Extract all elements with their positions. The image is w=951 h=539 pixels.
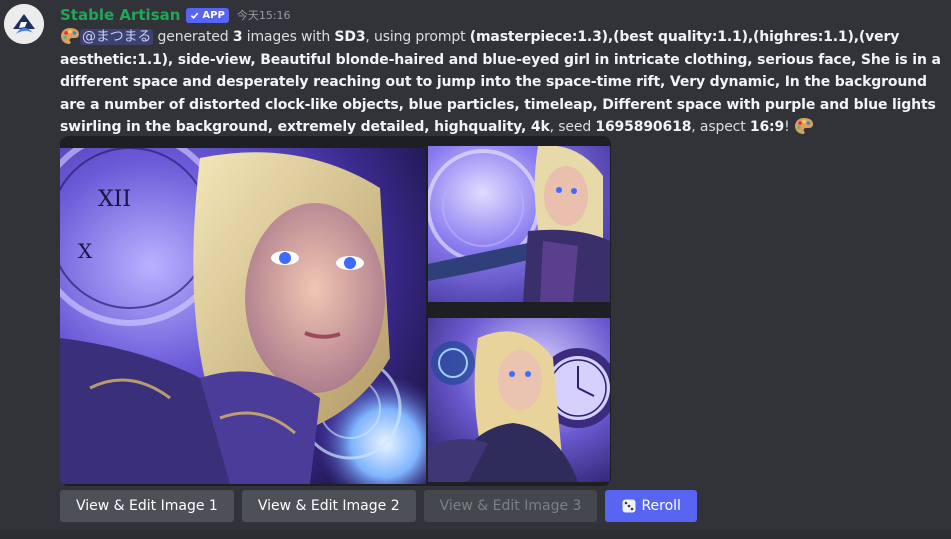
- check-icon: [191, 12, 199, 19]
- bot-avatar[interactable]: [4, 4, 44, 44]
- svg-text:XII: XII: [98, 187, 131, 212]
- palette-icon: [61, 28, 79, 44]
- text-end: !: [784, 119, 790, 135]
- action-buttons: View & Edit Image 1 View & Edit Image 2 …: [60, 490, 697, 522]
- svg-text:X: X: [78, 239, 93, 263]
- aspect-value: 16:9: [749, 119, 785, 135]
- divider: [0, 530, 951, 539]
- text-seed: , seed: [549, 119, 596, 135]
- text-generated: generated: [153, 29, 233, 45]
- image-gallery: XII X: [60, 136, 611, 486]
- reroll-label: Reroll: [641, 498, 681, 514]
- dice-icon: [622, 499, 636, 513]
- message-header: Stable Artisan APP 今天15:16: [60, 4, 291, 26]
- text-images-with: images with: [242, 29, 335, 45]
- avatar-logo: [4, 4, 44, 44]
- palette-icon: [794, 118, 813, 134]
- image-count: 3: [232, 29, 243, 45]
- generated-image-2[interactable]: [428, 146, 610, 302]
- app-badge-label: APP: [202, 9, 225, 21]
- view-edit-image-3-button: View & Edit Image 3: [423, 490, 598, 522]
- text-using-prompt: , using prompt: [365, 29, 470, 45]
- view-edit-image-2-button[interactable]: View & Edit Image 2: [241, 490, 416, 522]
- message-content: @まつまる generated 3 images with SD3, using…: [60, 26, 945, 139]
- model-name: SD3: [334, 29, 366, 45]
- seed-value: 1695890618: [595, 119, 692, 135]
- text-aspect: , aspect: [691, 119, 750, 135]
- timestamp[interactable]: 今天15:16: [237, 7, 291, 23]
- reroll-button[interactable]: Reroll: [605, 490, 697, 522]
- generated-image-1[interactable]: XII X: [60, 148, 426, 484]
- author-name[interactable]: Stable Artisan: [60, 6, 180, 24]
- app-badge: APP: [186, 7, 229, 23]
- generated-image-3[interactable]: [428, 318, 610, 482]
- user-mention[interactable]: @まつまる: [80, 29, 154, 45]
- view-edit-image-1-button[interactable]: View & Edit Image 1: [60, 490, 234, 522]
